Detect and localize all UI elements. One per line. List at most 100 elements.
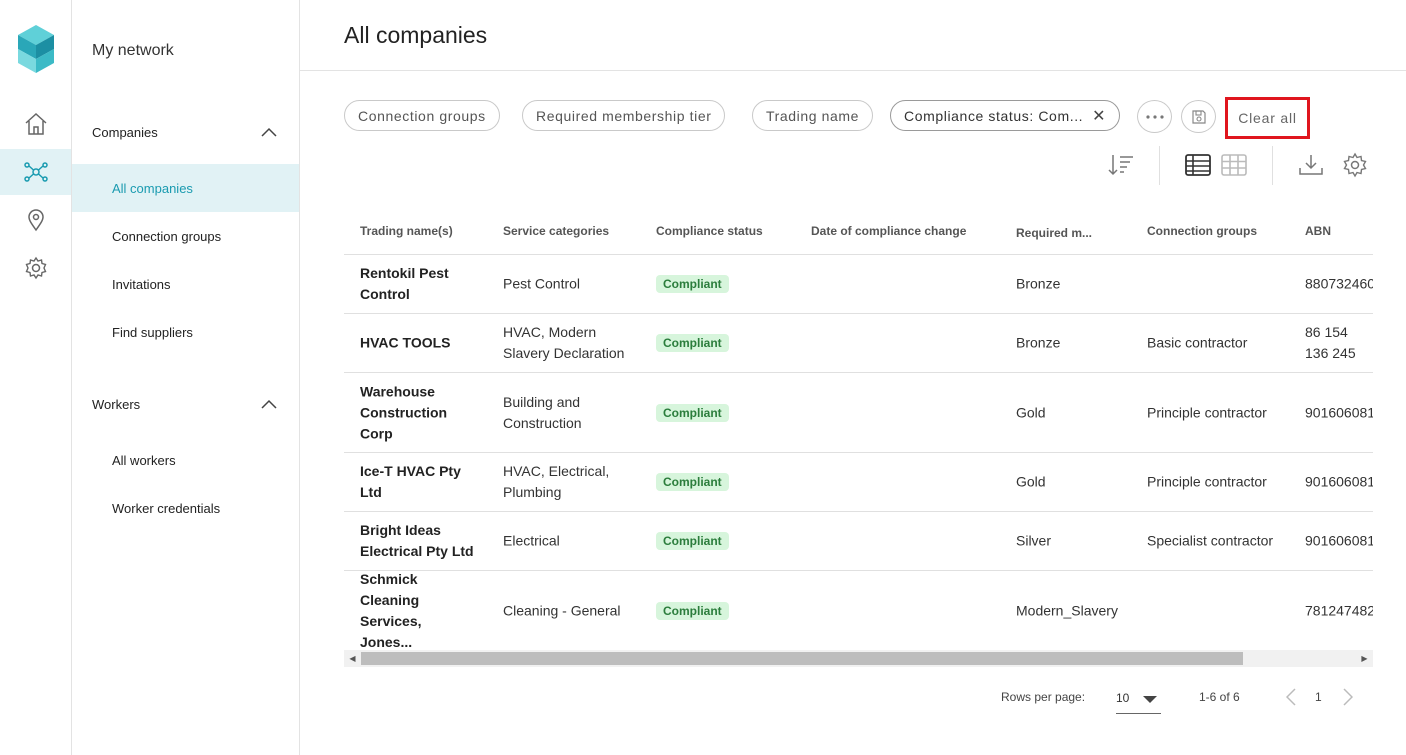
location-pin-icon[interactable] [0,197,71,243]
more-horizontal-icon [1145,114,1164,119]
previous-page-button[interactable] [1281,686,1301,708]
required-membership-tier: Gold [1016,473,1046,490]
trading-name[interactable]: Schmick Cleaning Services, Jones... [360,569,472,650]
status-badge: Compliant [656,532,729,550]
nav-item-worker-credentials[interactable]: Worker credentials [72,484,299,532]
nav-item-all-workers[interactable]: All workers [72,436,299,484]
trading-name[interactable]: HVAC TOOLS [360,333,485,354]
service-categories: Cleaning - General [503,602,621,619]
scroll-left-arrow-icon[interactable]: ◀ [344,650,361,667]
table-settings-button[interactable] [1340,150,1370,180]
required-membership-tier: Modern_Slavery [1016,602,1118,619]
filter-chip-required-membership-tier[interactable]: Required membership tier [522,100,726,131]
network-nav-panel: My network Companies All companies Conne… [72,0,300,755]
abn: 86 154 136 245 [1305,324,1356,361]
pagination-range: 1-6 of 6 [1199,690,1240,704]
nav-section-label: Workers [92,396,141,412]
status-badge: Compliant [656,602,729,620]
service-categories: Electrical [503,532,560,549]
main-content: All companies Connection groups Required… [300,0,1406,755]
filter-chip-compliance-status[interactable]: Compliance status: Com... ✕ [890,100,1121,131]
connection-group: Basic contractor [1147,334,1248,351]
column-header-date-of-compliance-change[interactable]: Date of compliance change [811,224,966,238]
remove-filter-close-icon[interactable]: ✕ [1092,106,1106,126]
sort-descending-icon [1108,155,1133,176]
scroll-right-arrow-icon[interactable]: ▶ [1356,650,1373,667]
scrollbar-thumb[interactable] [361,652,1243,665]
rows-per-page-label: Rows per page: [1001,690,1086,704]
abn: 901606081 [1305,473,1373,490]
grid-view-icon [1221,154,1247,176]
save-filters-button[interactable] [1181,100,1216,133]
column-header-required-membership[interactable]: Required m... [1016,226,1092,240]
table-row[interactable]: Ice-T HVAC Pty Ltd HVAC, Electrical, Plu… [344,453,1373,512]
column-header-service-categories[interactable]: Service categories [503,224,609,238]
abn: 880732460 [1305,275,1373,292]
sort-button[interactable] [1106,150,1136,180]
abn: 901606081 [1305,404,1373,420]
clear-all-button[interactable]: Clear all [1225,97,1310,139]
download-button[interactable] [1296,150,1326,180]
table-row[interactable]: HVAC TOOLS HVAC, Modern Slavery Declarat… [344,314,1373,373]
network-icon[interactable] [0,149,71,195]
nav-item-connection-groups[interactable]: Connection groups [72,212,299,260]
table-row[interactable]: Rentokil Pest Control Pest Control Compl… [344,255,1373,314]
next-page-button[interactable] [1338,686,1358,708]
current-page-number: 1 [1315,690,1322,704]
caret-down-icon [1143,696,1157,703]
list-view-button[interactable] [1183,150,1213,180]
nav-item-invitations[interactable]: Invitations [72,260,299,308]
nav-section-companies[interactable]: Companies [72,112,299,152]
nav-item-all-companies[interactable]: All companies [72,164,299,212]
column-header-trading-name[interactable]: Trading name(s) [360,224,453,238]
service-categories: HVAC, Electrical, Plumbing [503,463,610,500]
service-categories: Building and Construction [503,393,582,431]
filter-chip-trading-name[interactable]: Trading name [752,100,874,131]
divider [300,70,1406,71]
download-icon [1299,155,1323,175]
table-horizontal-scrollbar[interactable]: ◀ ▶ [344,650,1373,667]
required-membership-tier: Gold [1016,404,1046,420]
trading-name[interactable]: Rentokil Pest Control [360,263,485,305]
status-badge: Compliant [656,403,729,422]
companies-table: Trading name(s) Service categories Compl… [344,206,1373,650]
table-row[interactable]: Bright Ideas Electrical Pty Ltd Electric… [344,512,1373,571]
column-header-abn[interactable]: ABN [1305,224,1331,238]
home-icon[interactable] [0,101,71,147]
filter-chip-connection-groups[interactable]: Connection groups [344,100,500,131]
settings-gear-icon[interactable] [0,245,71,291]
table-list-view-icon [1185,154,1211,176]
toolbar-divider [1272,146,1273,185]
abn: 781247482 [1305,602,1373,619]
connection-group: Specialist contractor [1147,532,1274,549]
status-badge: Compliant [656,334,729,352]
nav-item-find-suppliers[interactable]: Find suppliers [72,308,299,356]
more-filters-button[interactable] [1137,100,1172,133]
connection-group: Principle contractor [1147,404,1267,420]
page-title: All companies [344,22,488,48]
trading-name[interactable]: Ice-T HVAC Pty Ltd [360,461,475,503]
status-badge: Compliant [656,473,729,491]
required-membership-tier: Bronze [1016,334,1061,351]
rows-per-page-value: 10 [1116,691,1130,705]
nav-section-label: Companies [92,124,158,140]
table-header: Trading name(s) Service categories Compl… [344,206,1373,255]
toolbar-divider [1159,146,1160,185]
column-header-compliance-status[interactable]: Compliance status [656,224,763,238]
app-logo-icon [18,25,54,73]
table-row[interactable]: Schmick Cleaning Services, Jones... Clea… [344,571,1373,650]
connection-group: Principle contractor [1147,473,1267,490]
column-header-connection-groups[interactable]: Connection groups [1147,224,1257,238]
chevron-up-icon [261,127,277,137]
trading-name[interactable]: Warehouse Construction Corp [360,381,470,444]
grid-view-button[interactable] [1219,150,1249,180]
chevron-left-icon [1286,688,1296,706]
nav-section-workers[interactable]: Workers [72,384,299,424]
icon-rail [0,0,72,755]
trading-name[interactable]: Bright Ideas Electrical Pty Ltd [360,520,475,562]
required-membership-tier: Bronze [1016,275,1061,292]
rows-per-page-select[interactable]: 10 [1116,684,1161,714]
table-row[interactable]: Warehouse Construction Corp Building and… [344,373,1373,453]
save-disk-icon [1191,109,1206,124]
chevron-up-icon [261,399,277,409]
